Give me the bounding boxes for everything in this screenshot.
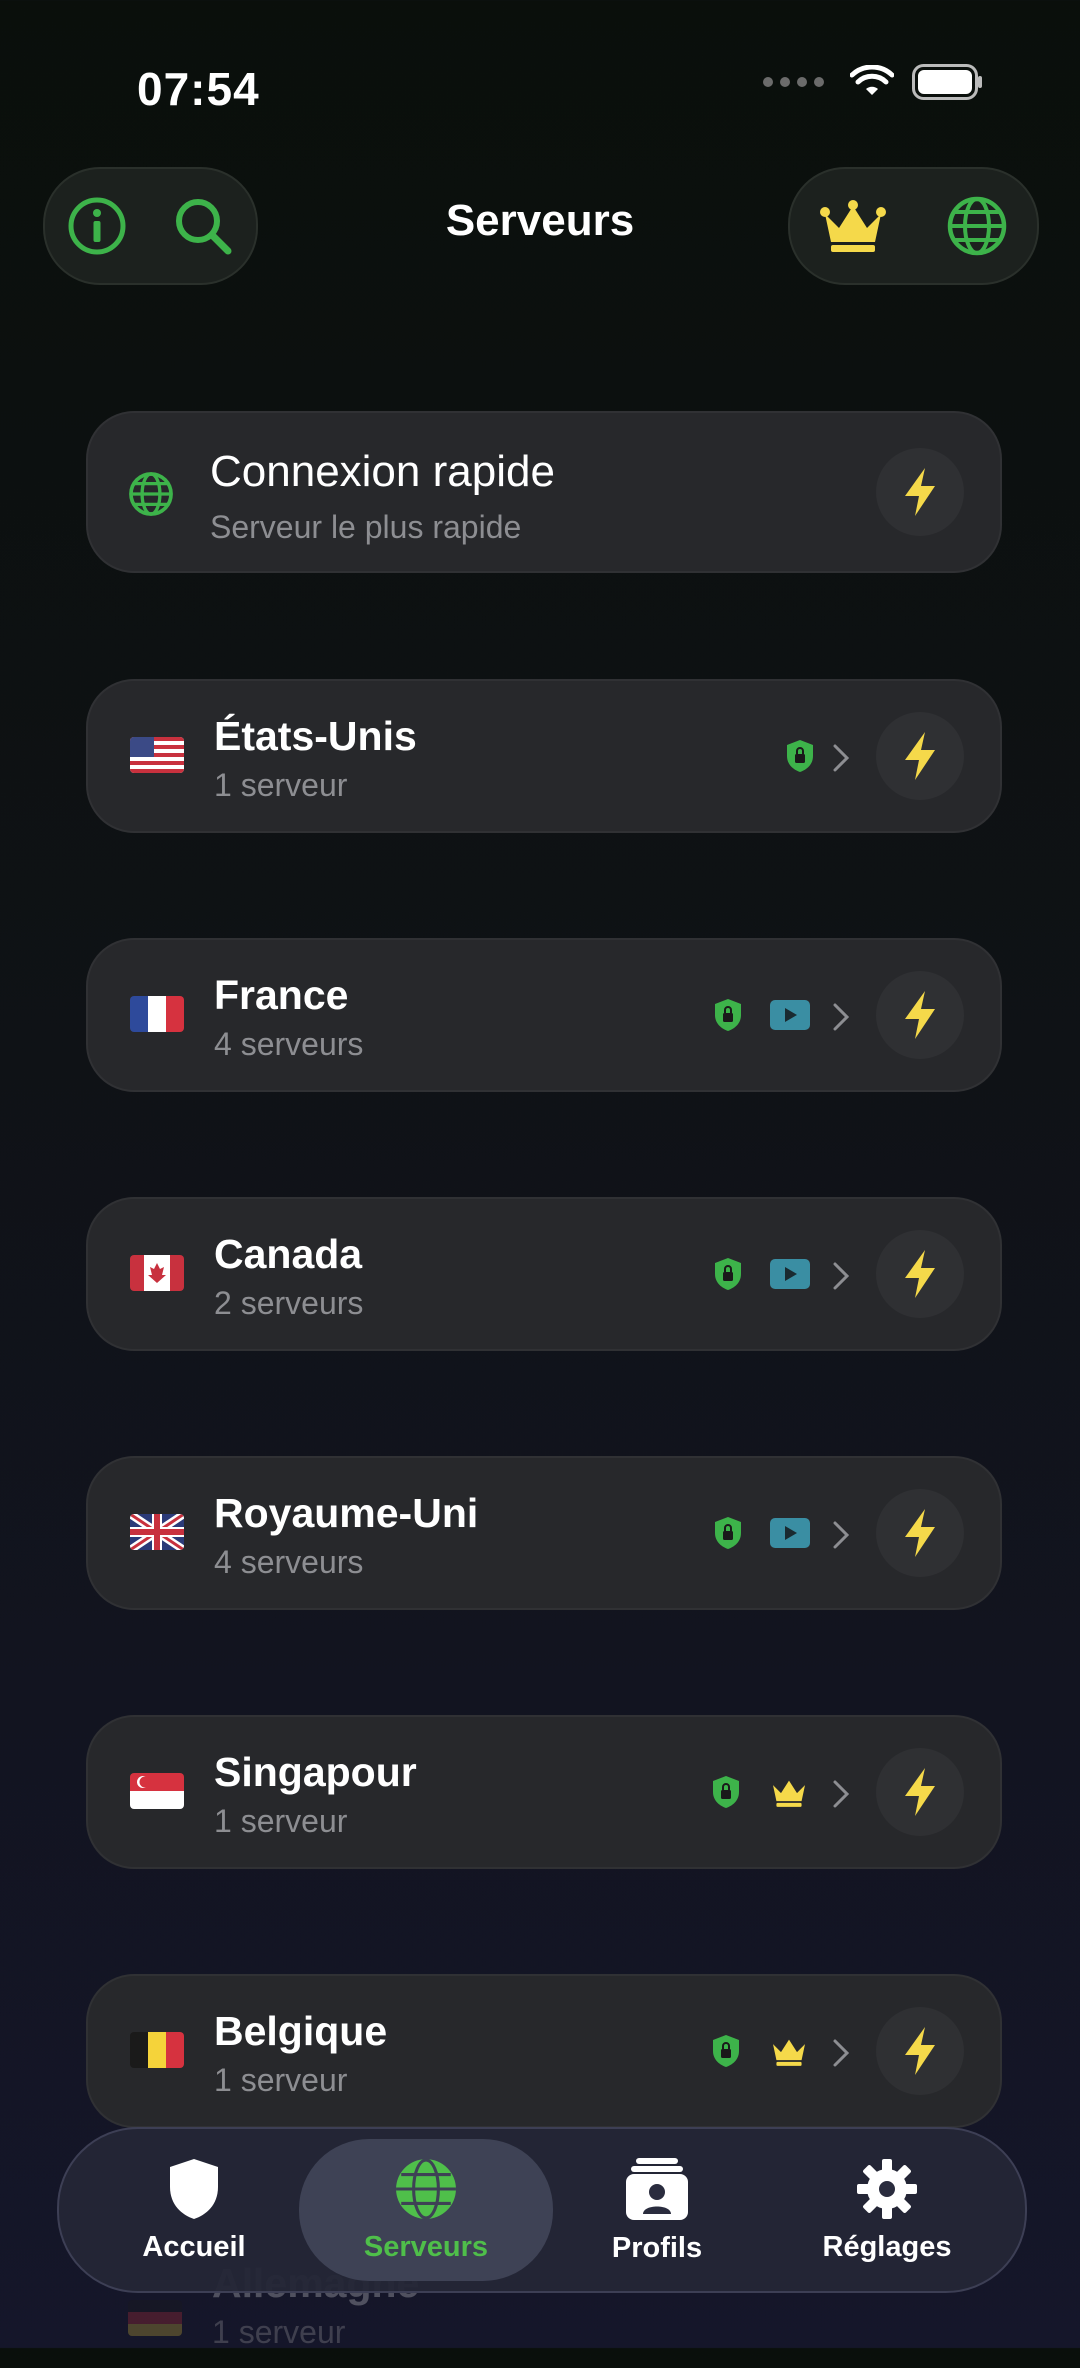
quick-connect-title: Connexion rapide — [210, 447, 555, 496]
crown-icon — [773, 1780, 805, 1807]
chevron-right-icon[interactable] — [832, 1002, 850, 1032]
bolt-icon — [905, 1768, 935, 1816]
flag-canada-icon — [130, 1255, 184, 1291]
tab-label: Profils — [611, 2231, 703, 2264]
globe-icon — [396, 2158, 456, 2219]
globe-icon[interactable] — [946, 195, 1008, 257]
shield-lock-icon — [715, 1517, 741, 1549]
flag-france-icon — [130, 996, 184, 1032]
server-name: Canada — [214, 1231, 363, 1277]
server-count: 4 serveurs — [214, 1026, 364, 1062]
server-count: 2 serveurs — [214, 1285, 364, 1321]
status-icons — [763, 64, 984, 100]
shield-lock-icon — [713, 2035, 739, 2067]
bolt-icon — [905, 2027, 935, 2075]
server-name: Belgique — [214, 2008, 388, 2054]
connect-button[interactable] — [876, 2007, 964, 2095]
shield-lock-icon — [715, 999, 741, 1031]
chevron-right-icon[interactable] — [832, 1779, 850, 1809]
status-time: 07:54 — [137, 63, 260, 115]
chevron-right-icon[interactable] — [832, 743, 850, 773]
server-name: Singapour — [214, 1749, 417, 1795]
server-name: Royaume-Uni — [214, 1490, 479, 1536]
battery-icon — [912, 64, 982, 100]
server-card-france[interactable]: France 4 serveurs — [86, 938, 1002, 1092]
tab-reglages[interactable]: Réglages — [772, 2129, 1002, 2291]
server-badges — [714, 1516, 810, 1550]
connect-button[interactable] — [876, 712, 964, 800]
server-name: États-Unis — [214, 713, 417, 759]
shield-lock-icon — [715, 1258, 741, 1290]
bolt-icon — [905, 1250, 935, 1298]
flag-germany-icon — [128, 2300, 182, 2336]
flag-uk-icon — [130, 1514, 184, 1550]
crown-icon — [773, 2039, 805, 2066]
server-card-belgium[interactable]: Belgique 1 serveur — [86, 1974, 1002, 2128]
server-badges — [712, 1775, 810, 1809]
tab-label: Accueil — [142, 2230, 246, 2263]
tab-label: Réglages — [822, 2230, 952, 2263]
bolt-icon — [905, 468, 935, 516]
quick-connect-card[interactable]: Connexion rapide Serveur le plus rapide — [86, 411, 1002, 573]
connect-button[interactable] — [876, 1748, 964, 1836]
bolt-icon — [905, 732, 935, 780]
server-card-us[interactable]: États-Unis 1 serveur — [86, 679, 1002, 833]
profiles-icon — [626, 2157, 688, 2220]
server-badges — [714, 998, 810, 1032]
flag-us-icon — [130, 737, 184, 773]
chevron-right-icon[interactable] — [832, 2038, 850, 2068]
streaming-icon — [770, 1000, 810, 1030]
gear-icon — [857, 2158, 917, 2219]
shield-lock-icon — [713, 1776, 739, 1808]
server-badges — [786, 739, 814, 773]
wifi-icon — [850, 65, 894, 95]
shield-lock-icon — [787, 740, 813, 772]
flag-belgium-icon — [130, 2032, 184, 2068]
server-card-singapore[interactable]: Singapour 1 serveur — [86, 1715, 1002, 1869]
server-badges — [712, 2034, 810, 2068]
chevron-right-icon[interactable] — [832, 1261, 850, 1291]
server-count: 1 serveur — [214, 767, 348, 803]
server-name: France — [214, 972, 349, 1018]
streaming-icon — [770, 1259, 810, 1289]
tab-label: Serveurs — [363, 2230, 489, 2263]
tab-bar: Accueil Serveurs Profils Réglages — [57, 2127, 1027, 2293]
tab-accueil[interactable]: Accueil — [79, 2129, 309, 2291]
crown-icon[interactable] — [819, 198, 887, 254]
streaming-icon — [770, 1518, 810, 1548]
connect-button[interactable] — [876, 1230, 964, 1318]
connect-button[interactable] — [876, 1489, 964, 1577]
quick-connect-button[interactable] — [876, 448, 964, 536]
bolt-icon — [905, 1509, 935, 1557]
flag-singapore-icon — [130, 1773, 184, 1809]
signal-icon — [763, 77, 824, 87]
header-right-pill — [788, 167, 1039, 285]
server-count: 4 serveurs — [214, 1544, 364, 1580]
quick-connect-subtitle: Serveur le plus rapide — [210, 509, 522, 545]
tab-profils[interactable]: Profils — [542, 2129, 772, 2291]
globe-icon — [129, 472, 173, 516]
server-count: 1 serveur — [212, 2314, 346, 2350]
server-card-uk[interactable]: Royaume-Uni 4 serveurs — [86, 1456, 1002, 1610]
server-count: 1 serveur — [214, 1803, 348, 1839]
server-count: 1 serveur — [214, 2062, 348, 2098]
server-card-canada[interactable]: Canada 2 serveurs — [86, 1197, 1002, 1351]
shield-icon — [170, 2158, 218, 2219]
tab-serveurs[interactable]: Serveurs — [299, 2139, 553, 2281]
bolt-icon — [905, 991, 935, 1039]
server-badges — [714, 1257, 810, 1291]
chevron-right-icon[interactable] — [832, 1520, 850, 1550]
connect-button[interactable] — [876, 971, 964, 1059]
